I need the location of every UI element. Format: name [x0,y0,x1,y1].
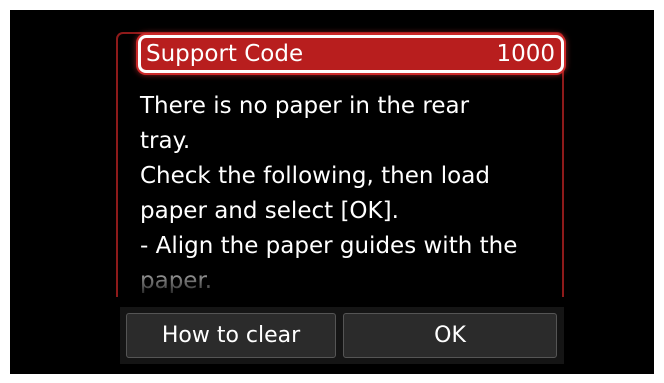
error-message: There is no paper in the rear tray. Chec… [140,93,518,294]
how-to-clear-button[interactable]: How to clear [126,313,336,358]
error-dialog: Support Code 1000 There is no paper in t… [116,32,564,297]
button-bar: How to clear OK [120,307,564,364]
support-code-header: Support Code 1000 [138,35,564,73]
support-code-value: 1000 [496,41,555,67]
printer-display: Support Code 1000 There is no paper in t… [10,10,654,374]
ok-button[interactable]: OK [343,313,557,358]
support-code-label: Support Code [146,41,304,67]
